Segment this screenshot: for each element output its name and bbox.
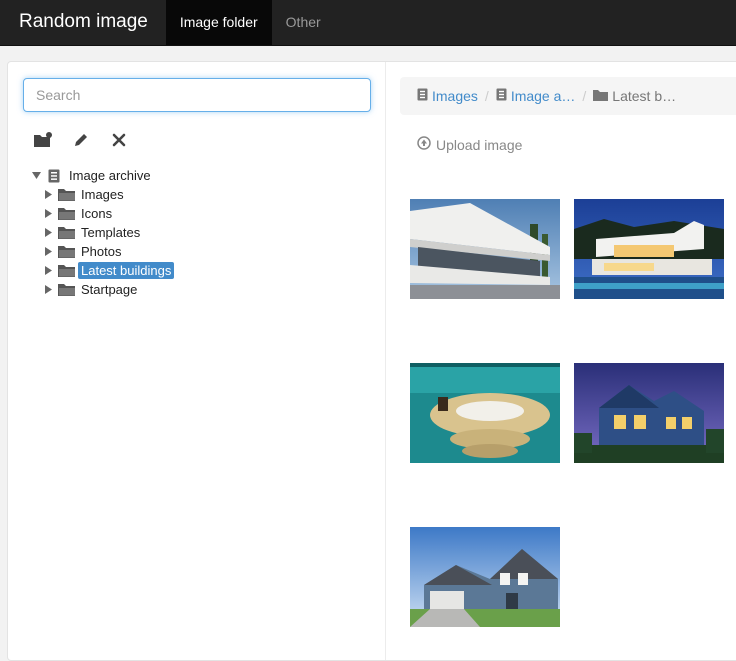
folder-icon (57, 263, 75, 279)
tree-item-photos[interactable]: Photos (78, 243, 124, 260)
caret-right-icon[interactable] (42, 204, 54, 223)
tree-children: Images Icons Templates Photos Latest bui… (30, 185, 175, 299)
caret-right-icon[interactable] (42, 242, 54, 261)
pencil-icon[interactable] (71, 130, 91, 150)
folder-icon (57, 225, 75, 241)
tree-item-latest-buildings[interactable]: Latest buildings (78, 262, 175, 279)
tree-toolbar (33, 128, 129, 152)
archive-icon (45, 168, 63, 184)
tree-item-images[interactable]: Images (78, 186, 127, 203)
archive-icon (496, 88, 507, 104)
folder-tree-pane: Image archive Images Icons (8, 62, 386, 660)
folder-tree: Image archive Images Icons Templates Pho… (30, 166, 175, 299)
caret-right-icon[interactable] (42, 223, 54, 242)
tree-item-startpage[interactable]: Startpage (78, 281, 140, 298)
breadcrumb-separator: / (484, 88, 489, 104)
image-thumbnail[interactable] (410, 363, 560, 463)
breadcrumb-item-image-archive[interactable]: Image a… (496, 88, 576, 104)
caret-right-icon[interactable] (42, 261, 54, 280)
app-brand[interactable]: Random image (0, 0, 166, 45)
folder-plus-icon[interactable] (33, 130, 53, 150)
breadcrumb-separator: / (582, 88, 587, 104)
breadcrumb-label: Latest b… (612, 88, 677, 104)
tree-label-root[interactable]: Image archive (66, 167, 154, 184)
caret-right-icon[interactable] (42, 185, 54, 204)
search-input[interactable] (23, 78, 371, 112)
image-thumbnail[interactable] (410, 527, 560, 627)
image-thumbnail[interactable] (574, 363, 724, 463)
close-icon[interactable] (109, 130, 129, 150)
upload-icon (417, 136, 431, 153)
image-pane: Images / Image a… / Latest b… Upload ima… (400, 62, 736, 660)
folder-icon (593, 88, 609, 104)
tree-item-templates[interactable]: Templates (78, 224, 143, 241)
folder-icon (57, 244, 75, 260)
folder-icon (57, 206, 75, 222)
breadcrumb: Images / Image a… / Latest b… (400, 77, 736, 115)
breadcrumb-label: Images (432, 88, 478, 104)
caret-down-icon[interactable] (30, 166, 42, 185)
nav-other[interactable]: Other (272, 0, 335, 45)
image-thumbnail[interactable] (410, 199, 560, 299)
breadcrumb-label: Image a… (510, 88, 576, 104)
nav-image-folder[interactable]: Image folder (165, 0, 272, 45)
upload-label: Upload image (436, 136, 523, 153)
top-navbar: Random image Image folder Other (0, 0, 736, 46)
folder-icon (57, 282, 75, 298)
caret-right-icon[interactable] (42, 280, 54, 299)
folder-icon (57, 187, 75, 203)
main-panel: Image archive Images Icons (7, 61, 736, 661)
breadcrumb-item-images[interactable]: Images (417, 88, 478, 104)
upload-image-button[interactable]: Upload image (417, 136, 522, 153)
archive-icon (417, 88, 428, 104)
breadcrumb-item-current: Latest b… (593, 88, 676, 104)
image-thumbnail[interactable] (574, 199, 724, 299)
tree-item-icons[interactable]: Icons (78, 205, 115, 222)
tree-node-root: Image archive Images Icons Templates Pho… (30, 166, 175, 299)
